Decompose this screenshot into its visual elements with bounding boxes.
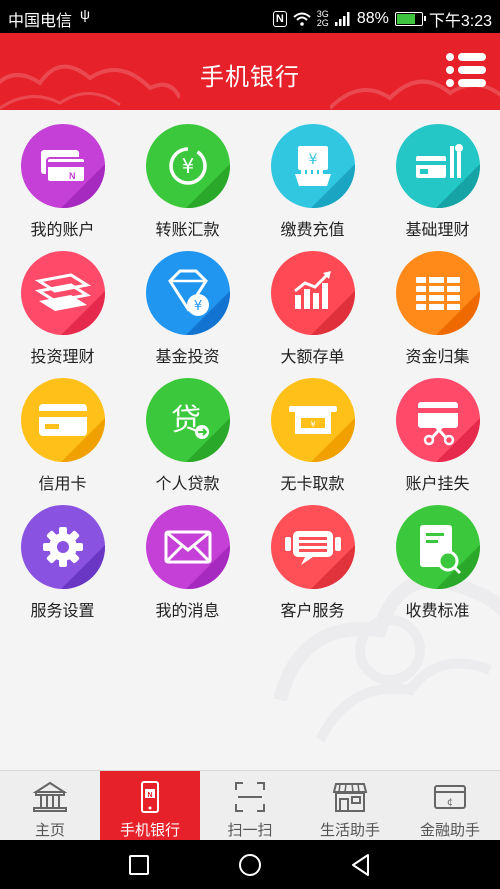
tile-credit-card[interactable]: 信用卡 [0,364,125,493]
tile-large-deposit[interactable]: 大额存单 [250,237,375,366]
tab-label: 主页 [34,822,65,839]
recent-apps-button[interactable] [126,852,152,878]
tab-life-assistant[interactable]: 生活助手 [300,771,400,841]
tile-label: 我的消息 [155,603,220,620]
battery-percent: 88% [356,10,389,27]
tile-label: 服务设置 [30,603,95,620]
card-tools-icon [396,124,480,208]
tab-label: 生活助手 [319,822,380,839]
cards-icon: N [21,124,105,208]
stacked-bills-icon [21,251,105,335]
yen-transfer-icon: ¥ [146,124,230,208]
credit-card-icon [21,378,105,462]
tile-customer-service[interactable]: 客户服务 [250,491,375,620]
svg-text:N: N [147,792,152,799]
svg-text:¢: ¢ [447,797,453,808]
svg-text:¥: ¥ [182,154,195,178]
atm-icon: ¥ [271,378,355,462]
tile-basic-finance[interactable]: 基础理财 [375,110,500,239]
mobile-phone-icon: N [141,781,159,813]
svg-text:¥: ¥ [309,152,318,168]
tile-my-account[interactable]: N 我的账户 [0,110,125,239]
wifi-icon [293,12,311,26]
document-search-icon [396,505,480,589]
back-button[interactable] [348,852,374,878]
finance-card-icon: ¢ [434,785,466,809]
usb-icon: ψ [80,6,90,22]
nfc-icon: N [272,11,287,27]
bank-building-icon [32,781,68,812]
signal-icon [334,12,350,26]
clock: 下午3:23 [428,13,492,30]
bottom-tab-bar: 主页 N 手机银行 扫一扫 生活助手 ¢ 金融助手 [0,770,500,841]
tile-bill-payment[interactable]: ¥ 缴费充值 [250,110,375,239]
system-nav-bar [0,840,500,889]
card-cut-icon [396,378,480,462]
storefront-icon [332,783,368,812]
home-button[interactable] [237,852,263,878]
tile-transfer[interactable]: ¥ 转账汇款 [125,110,250,239]
service-grid: N 我的账户 ¥ 转账汇款 ¥ 缴费充值 基础理财 投资理财 ¥ 基金投资 大额… [0,110,500,770]
tile-fund-investment[interactable]: ¥ 基金投资 [125,237,250,366]
tab-mobile-banking[interactable]: N 手机银行 [100,771,200,841]
tile-my-messages[interactable]: 我的消息 [125,491,250,620]
money-stacks-icon [396,251,480,335]
battery-icon [394,12,426,26]
diamond-yen-icon: ¥ [146,251,230,335]
carrier-name: 中国电信 [8,13,73,30]
tab-label: 手机银行 [119,822,180,839]
network-type: 3G 2G [316,9,329,28]
svg-text:N: N [69,171,76,181]
app-header: 手机银行 [0,33,500,110]
tile-investment[interactable]: 投资理财 [0,237,125,366]
tile-report-loss[interactable]: 账户挂失 [375,364,500,493]
tab-label: 金融助手 [419,822,480,839]
envelope-icon [146,505,230,589]
status-icons: N 3G 2G 88% 下午3:23 [272,7,492,31]
tab-home[interactable]: 主页 [0,771,100,841]
tile-label: 收费标准 [405,603,470,620]
loan-icon: 贷 [146,378,230,462]
tile-personal-loan[interactable]: 贷 个人贷款 [125,364,250,493]
list-menu-icon[interactable] [446,53,486,87]
tile-fee-standards[interactable]: 收费标准 [375,491,500,620]
svg-text:¥: ¥ [194,299,202,314]
growth-chart-icon [271,251,355,335]
svg-text:¥: ¥ [310,420,315,429]
status-bar: 中国电信 ψ N 3G 2G 88% 下午3:23 [0,0,500,33]
tile-cardless-withdrawal[interactable]: ¥ 无卡取款 [250,364,375,493]
scan-icon [235,782,265,812]
chat-service-icon [271,505,355,589]
tile-label: 客户服务 [280,603,345,620]
gear-icon [21,505,105,589]
tab-scan[interactable]: 扫一扫 [200,771,300,841]
page-title: 手机银行 [200,64,300,91]
tile-fund-pooling[interactable]: 资金归集 [375,237,500,366]
tab-finance-assistant[interactable]: ¢ 金融助手 [400,771,500,841]
tab-label: 扫一扫 [227,822,273,839]
tile-service-settings[interactable]: 服务设置 [0,491,125,620]
hand-bill-icon: ¥ [271,124,355,208]
